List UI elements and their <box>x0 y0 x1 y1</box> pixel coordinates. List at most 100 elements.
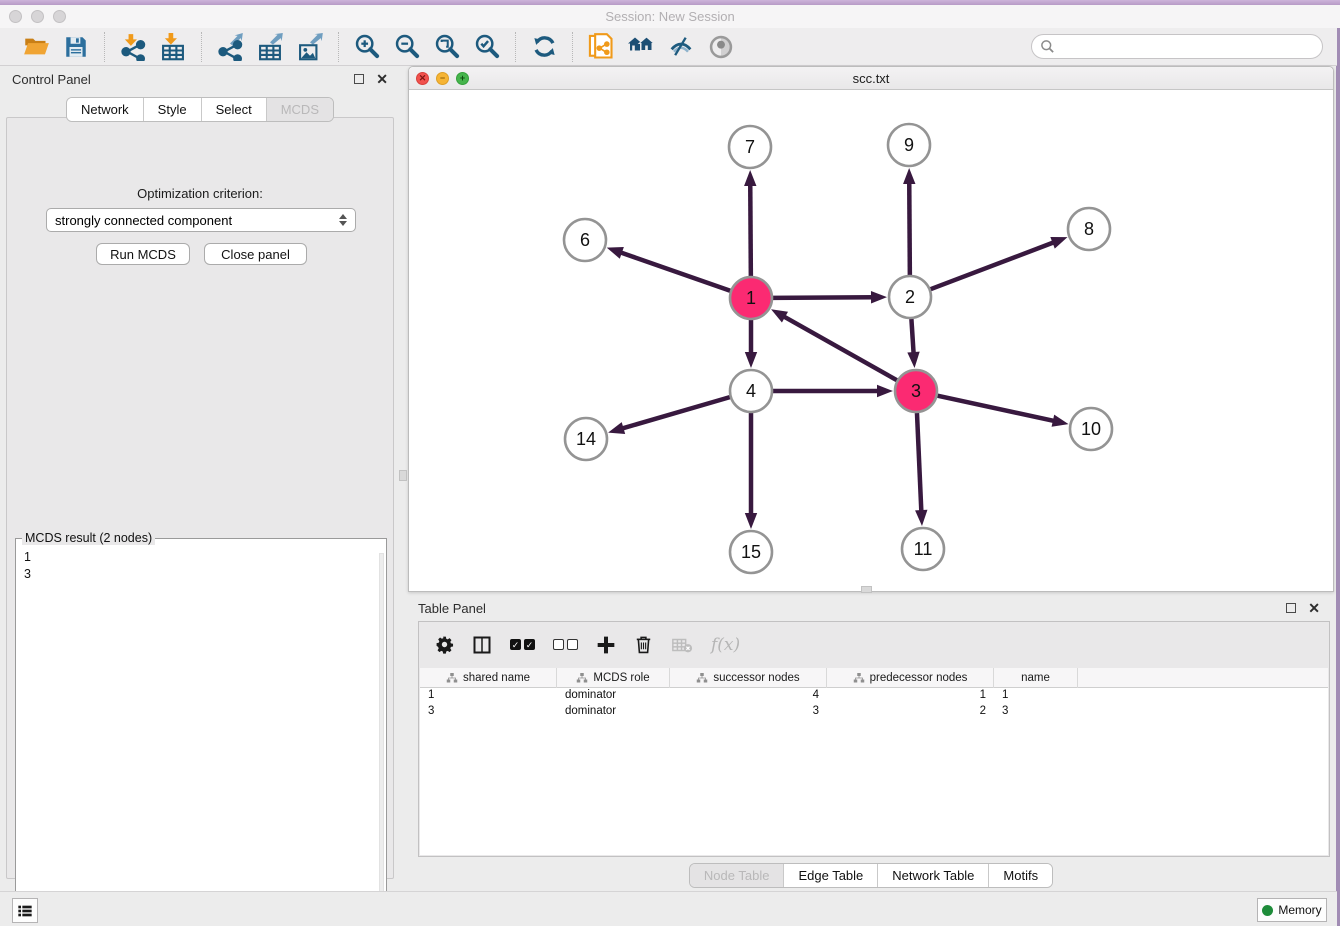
control-panel-tabs: NetworkStyleSelectMCDS <box>66 97 334 122</box>
table-row[interactable]: 3dominator323 <box>420 704 1328 720</box>
tab-select[interactable]: Select <box>201 98 266 121</box>
search-field[interactable] <box>1031 34 1323 59</box>
table-header-row[interactable]: shared nameMCDS rolesuccessor nodesprede… <box>420 668 1328 688</box>
arrowhead-2-9 <box>903 168 915 184</box>
status-bar: Memory <box>0 891 1337 926</box>
cell-predecessor-nodes[interactable]: 1 <box>827 688 994 704</box>
column-header-predecessor-nodes[interactable]: predecessor nodes <box>827 668 994 688</box>
titlebar: Session: New Session <box>0 5 1340 28</box>
gear-icon[interactable] <box>435 635 454 654</box>
column-header-name[interactable]: name <box>994 668 1078 688</box>
edge-1-6[interactable] <box>619 252 730 291</box>
cell-name[interactable]: 1 <box>994 688 1078 704</box>
network-graph[interactable]: 7968124314101511 <box>409 90 1333 591</box>
delete-icon[interactable] <box>634 635 653 654</box>
table-row[interactable]: 1dominator411 <box>420 688 1328 704</box>
zoom-in-icon[interactable] <box>353 33 381 61</box>
memory-button[interactable]: Memory <box>1257 898 1327 922</box>
cell-predecessor-nodes[interactable]: 2 <box>827 704 994 720</box>
edge-2-3[interactable] <box>911 319 913 355</box>
edge-2-9[interactable] <box>909 181 910 275</box>
close-panel-icon[interactable]: ✕ <box>376 74 388 84</box>
control-panel: Control Panel ✕ NetworkStyleSelectMCDS O… <box>0 66 400 891</box>
function-builder-icon: f(x) <box>711 635 740 655</box>
mcds-result-box: MCDS result (2 nodes) 13 <box>15 538 387 918</box>
result-scrollbar[interactable] <box>379 553 384 911</box>
column-header-shared-name[interactable]: shared name <box>420 668 557 688</box>
node-label-2: 2 <box>905 287 915 307</box>
tab-edge-table[interactable]: Edge Table <box>783 864 877 887</box>
close-panel-button[interactable]: Close panel <box>204 243 307 265</box>
arrowhead-2-3 <box>907 352 919 368</box>
eye-icon[interactable] <box>707 33 735 61</box>
open-file-icon[interactable] <box>22 33 50 61</box>
tab-style[interactable]: Style <box>143 98 201 121</box>
add-column-icon[interactable] <box>596 635 616 655</box>
export-table-icon[interactable] <box>256 33 284 61</box>
search-icon <box>1040 39 1055 54</box>
zoom-selected-icon[interactable] <box>473 33 501 61</box>
split-panel-icon[interactable] <box>472 635 492 655</box>
edge-1-2[interactable] <box>773 297 874 298</box>
tree-column-icon <box>853 672 865 684</box>
edge-3-1[interactable] <box>782 316 896 381</box>
network-canvas[interactable]: 7968124314101511 <box>409 90 1333 591</box>
export-network-icon[interactable] <box>216 33 244 61</box>
cell-name[interactable]: 3 <box>994 704 1078 720</box>
zoom-fit-icon[interactable] <box>433 33 461 61</box>
result-item[interactable]: 1 <box>24 549 386 566</box>
edge-1-7[interactable] <box>750 183 751 276</box>
import-table-icon[interactable] <box>159 33 187 61</box>
float-table-panel-icon[interactable] <box>1286 603 1296 613</box>
close-table-panel-icon[interactable]: ✕ <box>1308 603 1320 613</box>
node-label-1: 1 <box>746 288 756 308</box>
cell-successor-nodes[interactable]: 4 <box>670 688 827 704</box>
cell-MCDS-role[interactable]: dominator <box>557 704 670 720</box>
memory-label: Memory <box>1278 903 1321 917</box>
view-splitter-handle[interactable] <box>861 586 872 593</box>
table-body[interactable]: 1dominator4113dominator323 <box>420 688 1328 720</box>
clone-network-icon[interactable] <box>587 33 615 61</box>
optimization-criterion-select[interactable]: strongly connected component <box>46 208 356 232</box>
zoom-out-icon[interactable] <box>393 33 421 61</box>
home-icons[interactable] <box>627 33 655 61</box>
delete-table-icon[interactable] <box>671 634 693 656</box>
import-network-icon[interactable] <box>119 33 147 61</box>
mcds-result-list[interactable]: 13 <box>16 539 386 583</box>
edge-4-14[interactable] <box>621 397 730 429</box>
tab-motifs[interactable]: Motifs <box>988 864 1052 887</box>
run-mcds-button[interactable]: Run MCDS <box>96 243 190 265</box>
tab-network[interactable]: Network <box>67 98 143 121</box>
float-panel-icon[interactable] <box>354 74 364 84</box>
refresh-layout-icon[interactable] <box>530 33 558 61</box>
edge-2-8[interactable] <box>931 242 1056 289</box>
table-toolbar: ✓✓ f(x) <box>419 622 1329 667</box>
node-label-11: 11 <box>914 539 933 559</box>
tab-node-table[interactable]: Node Table <box>690 864 784 887</box>
tree-column-icon <box>696 672 708 684</box>
save-session-icon[interactable] <box>62 33 90 61</box>
cell-MCDS-role[interactable]: dominator <box>557 688 670 704</box>
panel-splitter-handle[interactable] <box>399 470 407 481</box>
task-history-icon[interactable] <box>12 898 38 923</box>
deselect-all-checkboxes-icon[interactable] <box>553 639 578 650</box>
cell-shared-name[interactable]: 3 <box>420 704 557 720</box>
node-label-6: 6 <box>580 230 590 250</box>
column-header-successor-nodes[interactable]: successor nodes <box>670 668 827 688</box>
result-item[interactable]: 3 <box>24 566 386 583</box>
column-header-MCDS-role[interactable]: MCDS role <box>557 668 670 688</box>
search-input[interactable] <box>1059 40 1309 54</box>
cell-shared-name[interactable]: 1 <box>420 688 557 704</box>
network-window-titlebar[interactable]: ✕ − + scc.txt <box>409 67 1333 90</box>
export-image-icon[interactable] <box>296 33 324 61</box>
edge-3-10[interactable] <box>937 396 1055 422</box>
tab-network-table[interactable]: Network Table <box>877 864 988 887</box>
select-all-checkboxes-icon[interactable]: ✓✓ <box>510 639 535 650</box>
tab-mcds[interactable]: MCDS <box>266 98 333 121</box>
cell-successor-nodes[interactable]: 3 <box>670 704 827 720</box>
hide-panel-icon[interactable] <box>667 33 695 61</box>
node-table[interactable]: shared nameMCDS rolesuccessor nodesprede… <box>420 668 1328 855</box>
edge-3-11[interactable] <box>917 413 921 513</box>
network-view-title: scc.txt <box>409 71 1333 86</box>
arrowhead-3-1 <box>771 309 788 322</box>
